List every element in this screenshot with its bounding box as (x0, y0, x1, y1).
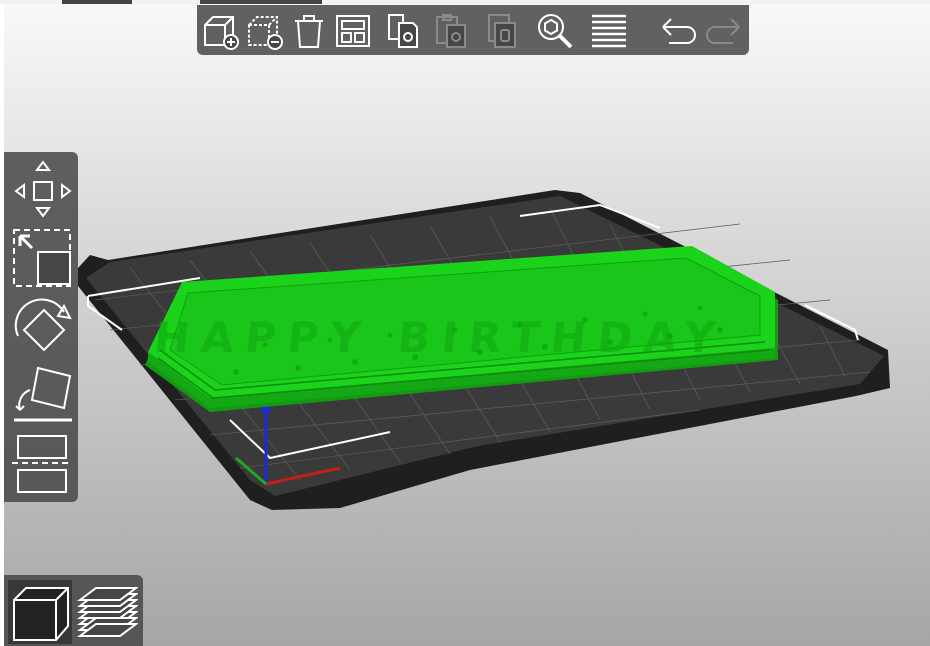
layers-editing-button[interactable] (589, 11, 629, 51)
left-toolbar (4, 152, 78, 502)
redo-icon (706, 18, 740, 44)
redo-button[interactable] (703, 11, 743, 51)
scale-tool-button[interactable] (8, 226, 74, 290)
paste-icon (436, 14, 466, 48)
instance-add-icon (488, 14, 516, 48)
top-toolbar (197, 5, 749, 55)
place-on-face-tool-button[interactable] (8, 364, 74, 428)
scene: HAPPY BIRTHDAY (78, 190, 890, 510)
add-icon (204, 16, 239, 50)
cut-tool-button[interactable] (8, 432, 74, 496)
preview-layers-icon (77, 587, 138, 637)
scale-icon (13, 229, 71, 287)
delete-icon (248, 16, 283, 50)
rotate-icon (14, 298, 72, 352)
move-tool-button[interactable] (8, 158, 74, 220)
delete-button[interactable] (245, 11, 285, 51)
view-toolbar (4, 575, 143, 646)
arrange-button[interactable] (333, 11, 373, 51)
arrange-icon (336, 15, 370, 47)
paste-button[interactable] (431, 11, 471, 51)
delete-all-button[interactable] (289, 11, 329, 51)
3d-viewport[interactable]: HAPPY BIRTHDAY (4, 4, 930, 646)
search-button[interactable] (535, 11, 575, 51)
copy-icon (388, 14, 418, 48)
add-button[interactable] (201, 11, 241, 51)
move-icon (14, 160, 72, 218)
3d-view-button[interactable] (8, 580, 72, 644)
preview-button[interactable] (74, 580, 138, 644)
undo-button[interactable] (659, 11, 699, 51)
layers-editing-icon (592, 14, 626, 48)
search-icon (538, 14, 573, 49)
rotate-tool-button[interactable] (8, 296, 74, 360)
3d-view-icon (13, 587, 69, 641)
instance-add-button[interactable] (481, 11, 521, 51)
undo-icon (662, 18, 696, 44)
delete-all-icon (295, 15, 323, 48)
copy-button[interactable] (383, 11, 423, 51)
place-on-face-icon (14, 366, 72, 422)
cut-icon (12, 435, 72, 493)
